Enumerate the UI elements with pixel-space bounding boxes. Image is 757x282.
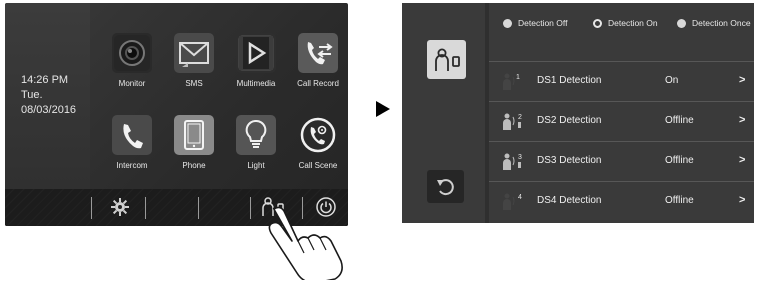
app-intercom[interactable]: Intercom: [107, 115, 157, 170]
clock-day: Tue.: [21, 89, 43, 101]
app-label: Multimedia: [236, 79, 276, 88]
call-record-icon: [298, 33, 338, 73]
chevron-right-icon: >: [739, 154, 746, 166]
sensor-index: 3: [518, 154, 522, 161]
sensor-row-4[interactable]: 4 DS4 Detection Offline >: [489, 181, 754, 221]
divider: [91, 197, 92, 219]
detection-mode-options: Detection Off Detection On Detection Onc…: [489, 3, 754, 43]
divider: [198, 197, 199, 219]
clock: 14:26 PM Tue. 08/03/2016: [21, 73, 76, 118]
sensor-name: DS3 Detection: [537, 155, 602, 166]
back-button[interactable]: [427, 170, 464, 203]
sensor-name: DS1 Detection: [537, 75, 602, 86]
sensor-name: DS4 Detection: [537, 195, 602, 206]
next-step-arrow-icon: [376, 101, 390, 117]
tablet-icon: [174, 115, 214, 155]
camera-icon: [112, 33, 152, 73]
sensor-status: Offline: [665, 155, 694, 166]
clock-date: 08/03/2016: [21, 104, 77, 116]
sensor-icon: 2: [503, 113, 522, 130]
play-icon: [236, 33, 276, 73]
app-label: SMS: [185, 79, 203, 88]
home-screen: 14:26 PM Tue. 08/03/2016 Monitor SMS Mul…: [5, 3, 348, 226]
sensor-index: 2: [518, 114, 522, 121]
settings-button[interactable]: [102, 193, 138, 221]
app-label: Call Record: [297, 79, 339, 88]
app-label: Intercom: [116, 161, 148, 170]
app-sms[interactable]: SMS: [169, 33, 219, 88]
app-phone[interactable]: Phone: [169, 115, 219, 170]
app-monitor[interactable]: Monitor: [107, 33, 157, 88]
pointing-hand-icon: [268, 206, 343, 280]
sensor-row-1[interactable]: 1 DS1 Detection On >: [489, 61, 754, 101]
call-scene-icon: [298, 115, 338, 155]
detection-sensor-icon: [434, 48, 460, 71]
sensor-icon: 1: [503, 73, 520, 90]
detection-panel: Detection Off Detection On Detection Onc…: [489, 3, 754, 223]
back-arrow-icon: [436, 178, 454, 195]
option-label: Detection Once: [692, 18, 751, 28]
option-detection-once[interactable]: Detection Once: [677, 18, 751, 28]
chevron-right-icon: >: [739, 114, 746, 126]
app-multimedia[interactable]: Multimedia: [231, 33, 281, 88]
divider: [145, 197, 146, 219]
app-label: Call Scene: [298, 161, 338, 170]
radio-icon: [503, 18, 512, 28]
option-detection-off[interactable]: Detection Off: [503, 18, 567, 28]
chevron-right-icon: >: [739, 74, 746, 86]
sensor-status: On: [665, 75, 679, 86]
envelope-icon: [174, 33, 214, 73]
sensor-status: Offline: [665, 115, 694, 126]
clock-time: 14:26 PM: [21, 74, 69, 86]
sensor-icon: 4: [503, 193, 522, 210]
app-label: Light: [247, 161, 265, 170]
settings-gear-icon: [111, 198, 129, 216]
detection-mode-button[interactable]: [427, 40, 466, 79]
phone-handset-icon: [112, 115, 152, 155]
sensor-index: 1: [516, 74, 520, 81]
detection-screen: Detection Off Detection On Detection Onc…: [402, 3, 754, 223]
sensor-row-3[interactable]: 3 DS3 Detection Offline >: [489, 141, 754, 181]
sensor-status: Offline: [665, 195, 694, 206]
app-label: Monitor: [118, 79, 146, 88]
app-call-scene[interactable]: Call Scene: [293, 115, 343, 170]
radio-icon: [677, 18, 686, 28]
app-label: Phone: [182, 161, 206, 170]
radio-selected-icon: [593, 18, 602, 28]
sensor-row-2[interactable]: 2 DS2 Detection Offline >: [489, 101, 754, 141]
option-label: Detection Off: [518, 18, 568, 28]
app-call-record[interactable]: Call Record: [293, 33, 343, 88]
lightbulb-icon: [236, 115, 276, 155]
app-light[interactable]: Light: [231, 115, 281, 170]
sensor-index: 4: [518, 194, 522, 201]
divider: [250, 197, 251, 219]
detection-sidebar: [402, 3, 485, 223]
sensor-name: DS2 Detection: [537, 115, 602, 126]
option-detection-on[interactable]: Detection On: [593, 18, 658, 28]
sensor-icon: 3: [503, 153, 522, 170]
chevron-right-icon: >: [739, 194, 746, 206]
clock-panel: 14:26 PM Tue. 08/03/2016: [5, 3, 90, 189]
option-label: Detection On: [608, 18, 658, 28]
